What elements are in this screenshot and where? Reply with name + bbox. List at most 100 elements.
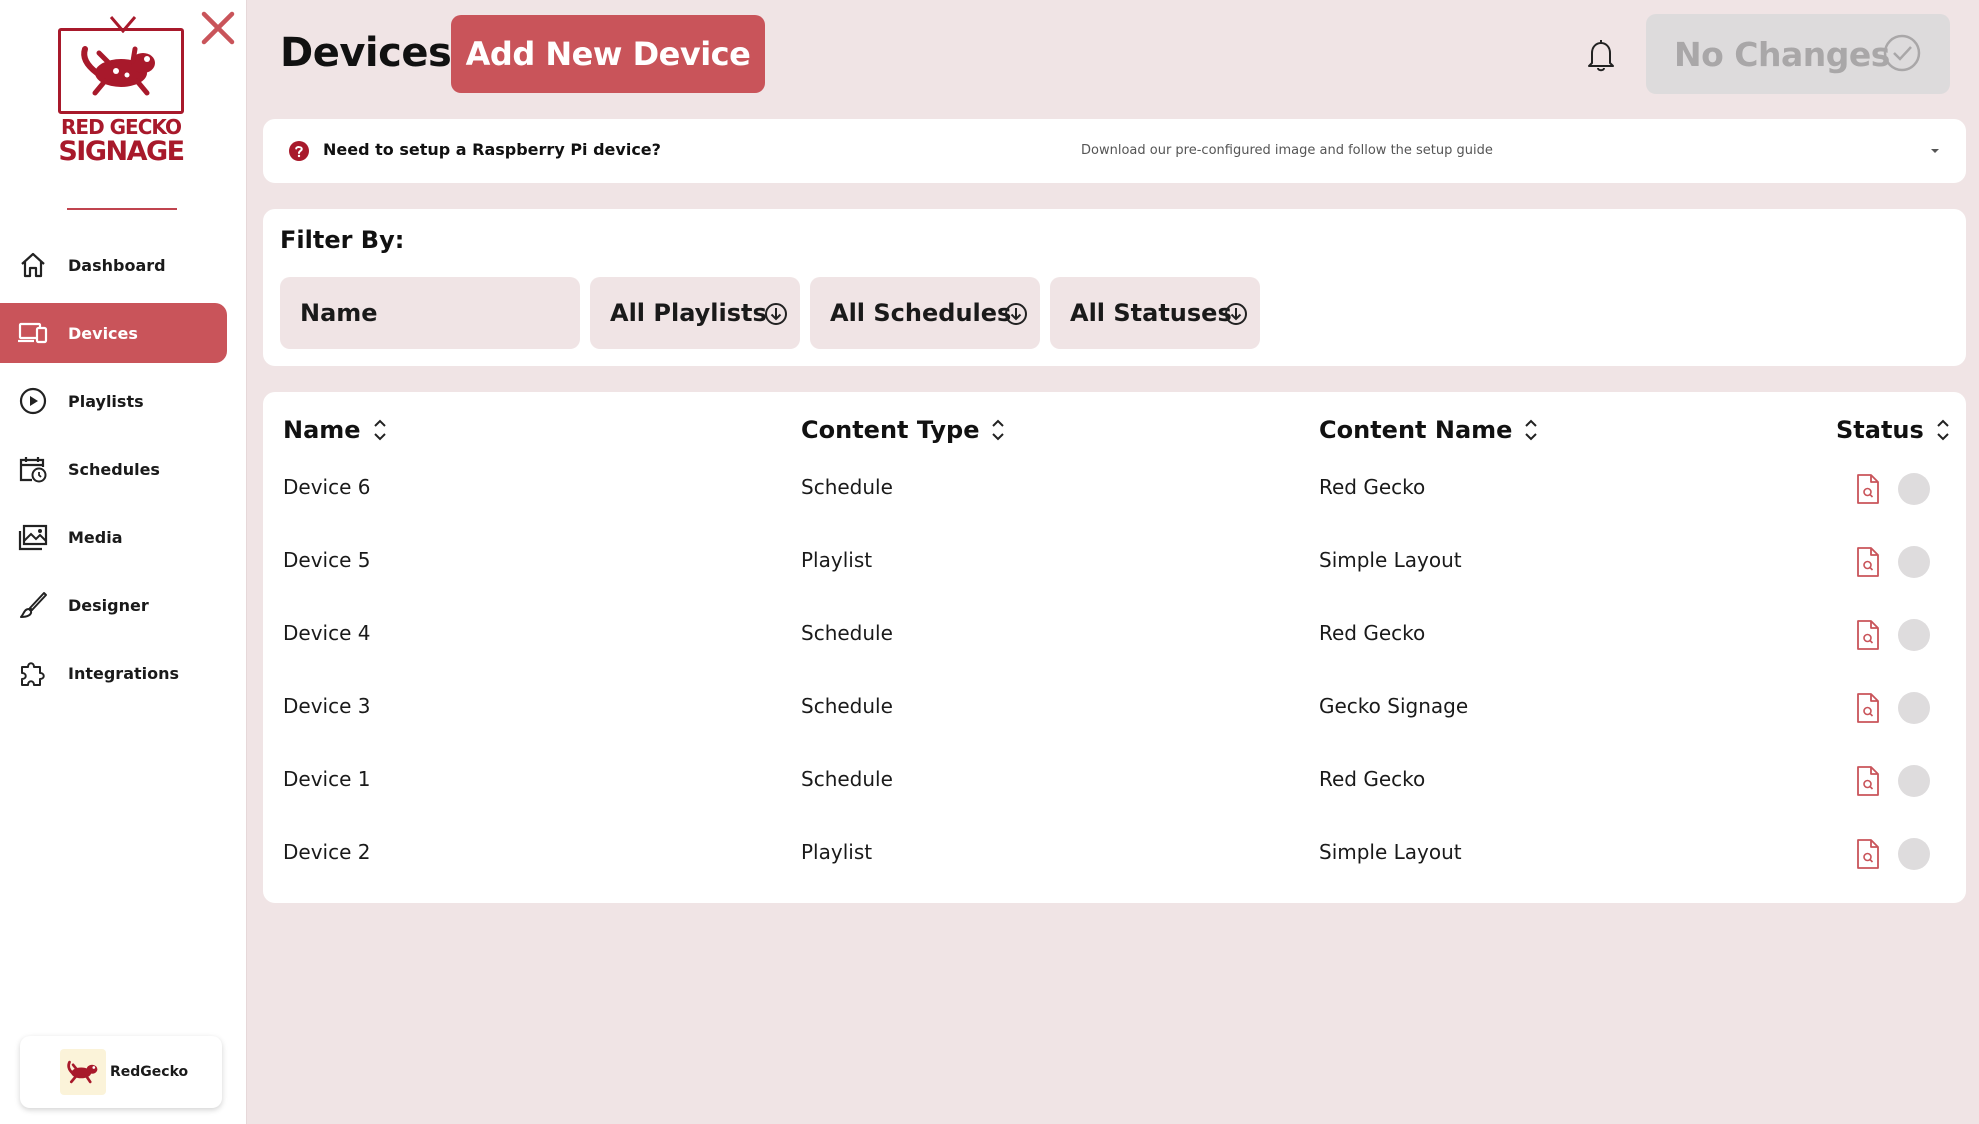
sidebar-item-playlists[interactable]: Playlists xyxy=(0,371,227,431)
content-type: Schedule xyxy=(801,621,893,645)
sidebar-item-devices[interactable]: Devices xyxy=(0,303,227,363)
brand-line-1: RED GECKO xyxy=(61,115,182,139)
home-icon xyxy=(21,252,45,278)
puzzle-icon xyxy=(21,662,45,686)
gecko-icon xyxy=(81,46,155,96)
document-search-icon[interactable] xyxy=(1855,619,1881,651)
column-header-label: Name xyxy=(283,416,361,444)
save-status-label: No Changes xyxy=(1674,34,1890,74)
status-indicator xyxy=(1898,838,1930,870)
content-type: Schedule xyxy=(801,767,893,791)
sidebar-item-media[interactable]: Media xyxy=(0,507,227,567)
page-title: Devices xyxy=(280,30,452,76)
status-indicator xyxy=(1898,765,1930,797)
document-search-icon[interactable] xyxy=(1855,692,1881,724)
schedules-filter-value: All Schedules xyxy=(830,299,1012,327)
devices-table: Name Content Type Content Name Status De… xyxy=(263,392,1966,903)
user-card[interactable]: RedGecko xyxy=(20,1036,222,1108)
close-icon[interactable] xyxy=(198,8,238,48)
table-row[interactable]: Device 6 Schedule Red Gecko xyxy=(263,461,1966,519)
caret-down-icon[interactable] xyxy=(1927,143,1943,159)
status-indicator xyxy=(1898,692,1930,724)
logo: RED GECKO SIGNAGE xyxy=(56,16,186,167)
sidebar-item-schedules[interactable]: Schedules xyxy=(0,439,227,499)
check-circle-icon xyxy=(1883,34,1921,72)
avatar xyxy=(60,1049,106,1095)
content-type: Playlist xyxy=(801,548,873,572)
playlists-filter-select[interactable]: All Playlists xyxy=(590,277,800,349)
content-name: Simple Layout xyxy=(1319,840,1462,864)
column-header-content-type[interactable]: Content Type xyxy=(801,412,1007,448)
column-header-label: Content Name xyxy=(1319,416,1513,444)
arrow-down-circle-icon xyxy=(1005,303,1027,325)
bell-icon[interactable] xyxy=(1583,36,1619,74)
content-name: Gecko Signage xyxy=(1319,694,1469,718)
status-indicator xyxy=(1898,619,1930,651)
sort-icon xyxy=(1937,419,1949,441)
status-indicator xyxy=(1898,546,1930,578)
column-header-status[interactable]: Status xyxy=(1836,412,1952,448)
arrow-down-circle-icon xyxy=(765,303,787,325)
images-icon xyxy=(18,524,48,551)
arrow-down-circle-icon xyxy=(1225,303,1247,325)
help-icon xyxy=(289,141,309,161)
sort-icon xyxy=(1525,419,1538,441)
filter-label: Filter By: xyxy=(280,226,405,254)
column-header-label: Status xyxy=(1836,416,1924,444)
sidebar-item-label: Dashboard xyxy=(68,255,166,275)
sidebar-item-designer[interactable]: Designer xyxy=(0,575,227,635)
document-search-icon[interactable] xyxy=(1855,838,1881,870)
sort-icon xyxy=(373,419,386,441)
sidebar-item-label: Devices xyxy=(68,323,138,343)
device-name: Device 2 xyxy=(283,840,371,864)
column-header-content-name[interactable]: Content Name xyxy=(1319,412,1540,448)
sidebar-item-label: Designer xyxy=(68,595,149,615)
filter-panel: Filter By: All Playlists All Schedules A… xyxy=(263,209,1966,366)
playlists-filter-value: All Playlists xyxy=(610,299,767,327)
device-name: Device 3 xyxy=(283,694,371,718)
divider xyxy=(67,208,177,210)
user-name: RedGecko xyxy=(110,1064,189,1080)
gecko-icon xyxy=(67,1060,98,1084)
device-name: Device 4 xyxy=(283,621,371,645)
play-circle-icon xyxy=(19,387,47,415)
sidebar: RED GECKO SIGNAGE Dashboard Devices Play… xyxy=(0,0,247,1124)
table-row[interactable]: Device 4 Schedule Red Gecko xyxy=(263,607,1966,665)
column-header-name[interactable]: Name xyxy=(283,412,389,448)
device-name: Device 1 xyxy=(283,767,371,791)
table-row[interactable]: Device 3 Schedule Gecko Signage xyxy=(263,680,1966,738)
add-new-device-button[interactable]: Add New Device xyxy=(451,15,765,93)
name-filter-input[interactable] xyxy=(280,277,580,349)
save-status-button[interactable]: No Changes xyxy=(1646,14,1950,94)
sort-icon xyxy=(992,419,1005,441)
sidebar-item-integrations[interactable]: Integrations xyxy=(0,643,227,703)
device-name: Device 6 xyxy=(283,475,371,499)
table-row[interactable]: Device 1 Schedule Red Gecko xyxy=(263,753,1966,811)
content-name: Red Gecko xyxy=(1319,621,1426,645)
sidebar-item-label: Media xyxy=(68,527,123,547)
sidebar-item-dashboard[interactable]: Dashboard xyxy=(0,235,227,295)
statuses-filter-value: All Statuses xyxy=(1070,299,1232,327)
table-row[interactable]: Device 2 Playlist Simple Layout xyxy=(263,826,1966,884)
document-search-icon[interactable] xyxy=(1855,546,1881,578)
raspberry-pi-setup-banner[interactable]: Need to setup a Raspberry Pi device? Dow… xyxy=(263,119,1966,183)
banner-subtitle: Download our pre-configured image and fo… xyxy=(1081,143,1493,158)
sidebar-nav: Dashboard Devices Playlists Schedules Me… xyxy=(0,235,247,711)
devices-icon xyxy=(18,322,48,344)
document-search-icon[interactable] xyxy=(1855,473,1881,505)
brand-line-2: SIGNAGE xyxy=(58,136,185,167)
banner-title: Need to setup a Raspberry Pi device? xyxy=(323,140,661,159)
schedules-filter-select[interactable]: All Schedules xyxy=(810,277,1040,349)
status-indicator xyxy=(1898,473,1930,505)
content-name: Red Gecko xyxy=(1319,475,1426,499)
table-row[interactable]: Device 5 Playlist Simple Layout xyxy=(263,534,1966,592)
calendar-clock-icon xyxy=(19,457,47,483)
brush-icon xyxy=(20,592,47,618)
device-name: Device 5 xyxy=(283,548,371,572)
statuses-filter-select[interactable]: All Statuses xyxy=(1050,277,1260,349)
sidebar-item-label: Schedules xyxy=(68,459,160,479)
content-type: Playlist xyxy=(801,840,873,864)
document-search-icon[interactable] xyxy=(1855,765,1881,797)
content-type: Schedule xyxy=(801,694,893,718)
content-name: Simple Layout xyxy=(1319,548,1462,572)
